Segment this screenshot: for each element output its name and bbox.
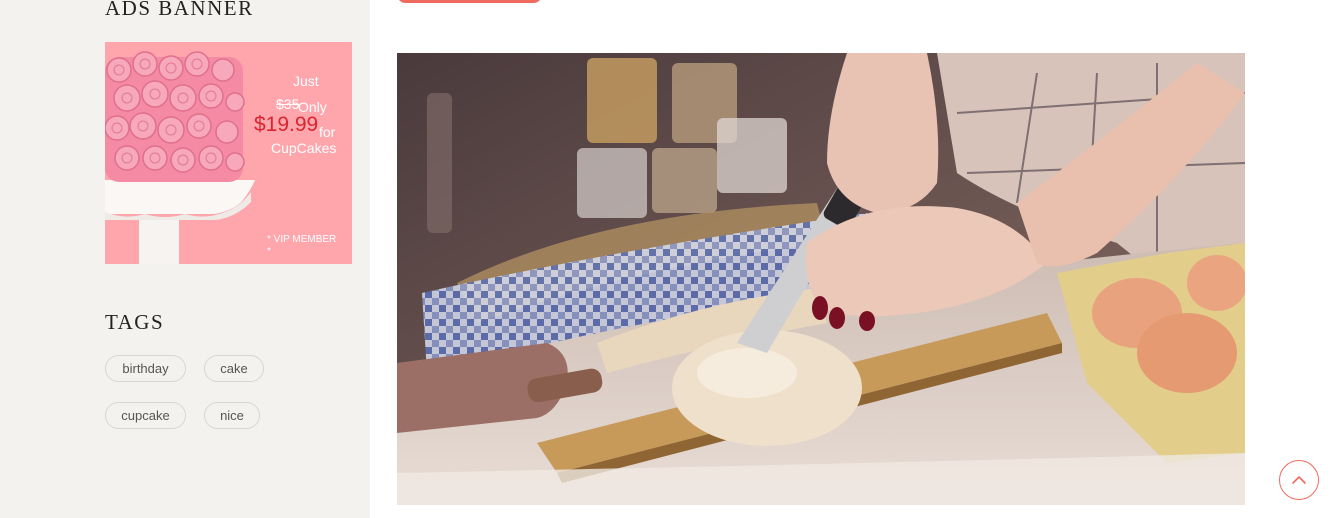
post-featured-image[interactable] bbox=[397, 53, 1245, 505]
ad-product-text: CupCakes bbox=[271, 140, 337, 156]
read-more-button[interactable] bbox=[397, 0, 542, 3]
ad-for-text: for bbox=[319, 124, 336, 140]
tag-nice[interactable]: nice bbox=[204, 402, 260, 429]
tag-birthday[interactable]: birthday bbox=[105, 355, 186, 382]
ad-price: $19.99 bbox=[254, 113, 319, 136]
ad-banner[interactable]: Just $35 Only $19.99 for CupCakes * VIP … bbox=[105, 42, 352, 264]
ad-old-price: $35 bbox=[276, 96, 300, 112]
ads-banner-title: ADS BANNER bbox=[105, 0, 254, 20]
ad-vip-text: * VIP MEMBER * bbox=[267, 234, 337, 257]
tags-title: TAGS bbox=[105, 310, 165, 334]
chevron-up-icon bbox=[1292, 476, 1306, 484]
back-to-top-button[interactable] bbox=[1279, 460, 1319, 500]
sidebar: ADS BANNER Just $35 Only $19.99 for CupC… bbox=[0, 0, 370, 518]
ad-just-text: Just bbox=[293, 73, 319, 89]
baking-photo bbox=[397, 53, 1245, 505]
tag-cupcake[interactable]: cupcake bbox=[105, 402, 186, 429]
tag-cake[interactable]: cake bbox=[204, 355, 264, 382]
